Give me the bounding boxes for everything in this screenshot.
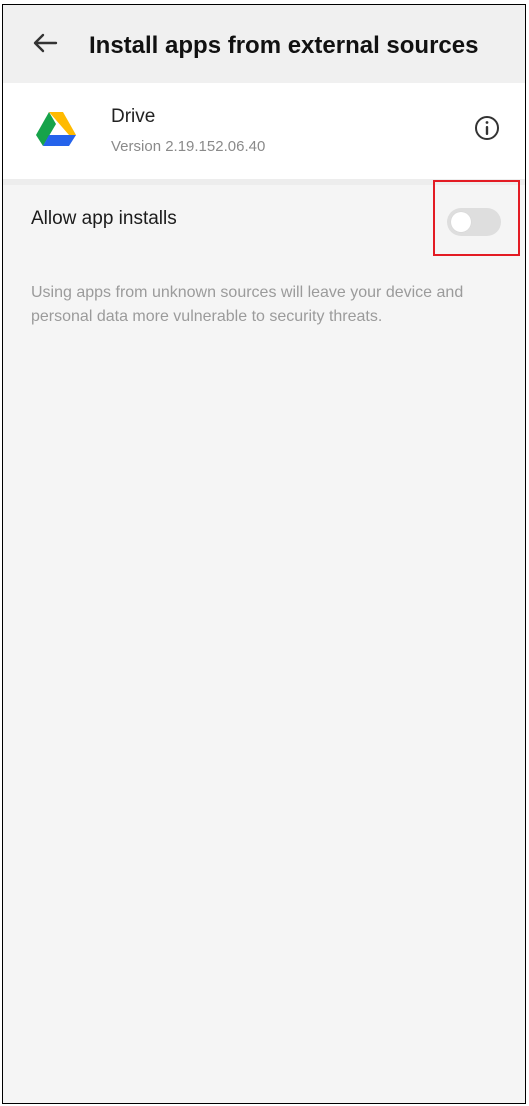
app-version: Version 2.19.152.06.40 xyxy=(111,138,266,155)
security-warning-text: Using apps from unknown sources will lea… xyxy=(31,284,464,325)
toggle-knob xyxy=(451,212,471,232)
app-info-row: Drive Version 2.19.152.06.40 xyxy=(3,83,525,179)
allow-app-installs-row[interactable]: Allow app installs xyxy=(3,180,525,260)
back-button[interactable] xyxy=(27,27,63,63)
info-icon xyxy=(473,114,501,147)
page-title: Install apps from external sources xyxy=(89,32,479,59)
screen-frame: Install apps from external sources Drive… xyxy=(2,4,526,1104)
app-bar: Install apps from external sources xyxy=(3,5,525,83)
allow-app-installs-toggle[interactable] xyxy=(447,208,501,236)
allow-app-installs-label: Allow app installs xyxy=(31,208,177,229)
app-info-button[interactable] xyxy=(471,114,503,146)
app-name: Drive xyxy=(111,106,156,127)
arrow-left-icon xyxy=(31,31,59,60)
google-drive-icon xyxy=(35,110,77,148)
